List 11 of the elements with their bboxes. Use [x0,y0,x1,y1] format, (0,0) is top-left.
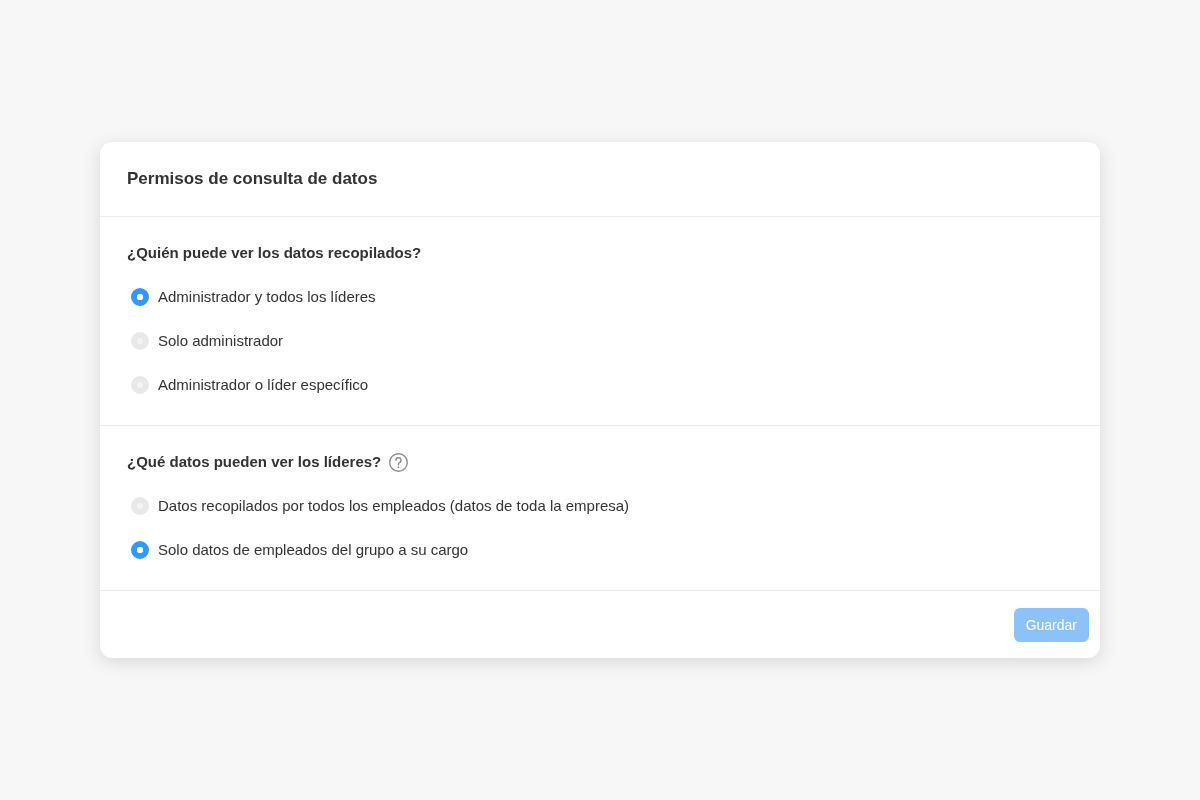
help-icon[interactable] [389,452,409,472]
dialog-title: Permisos de consulta de datos [127,168,378,190]
radio-selected-icon[interactable] [131,288,149,306]
radio-option[interactable]: Administrador y todos los líderes [127,275,1073,319]
radio-option[interactable]: Administrador o líder específico [127,363,1073,407]
radio-option[interactable]: Solo administrador [127,319,1073,363]
radio-option[interactable]: Datos recopilados por todos los empleados (datos de toda la empresa) [127,484,1073,528]
radio-option[interactable]: Solo datos de empleados del grupo a su cargo [127,528,1073,572]
radio-selected-icon[interactable] [131,541,149,559]
question-label: ¿Quién puede ver los datos recopilados? [127,243,422,263]
question-label: ¿Qué datos pueden ver los líderes? [127,452,382,472]
